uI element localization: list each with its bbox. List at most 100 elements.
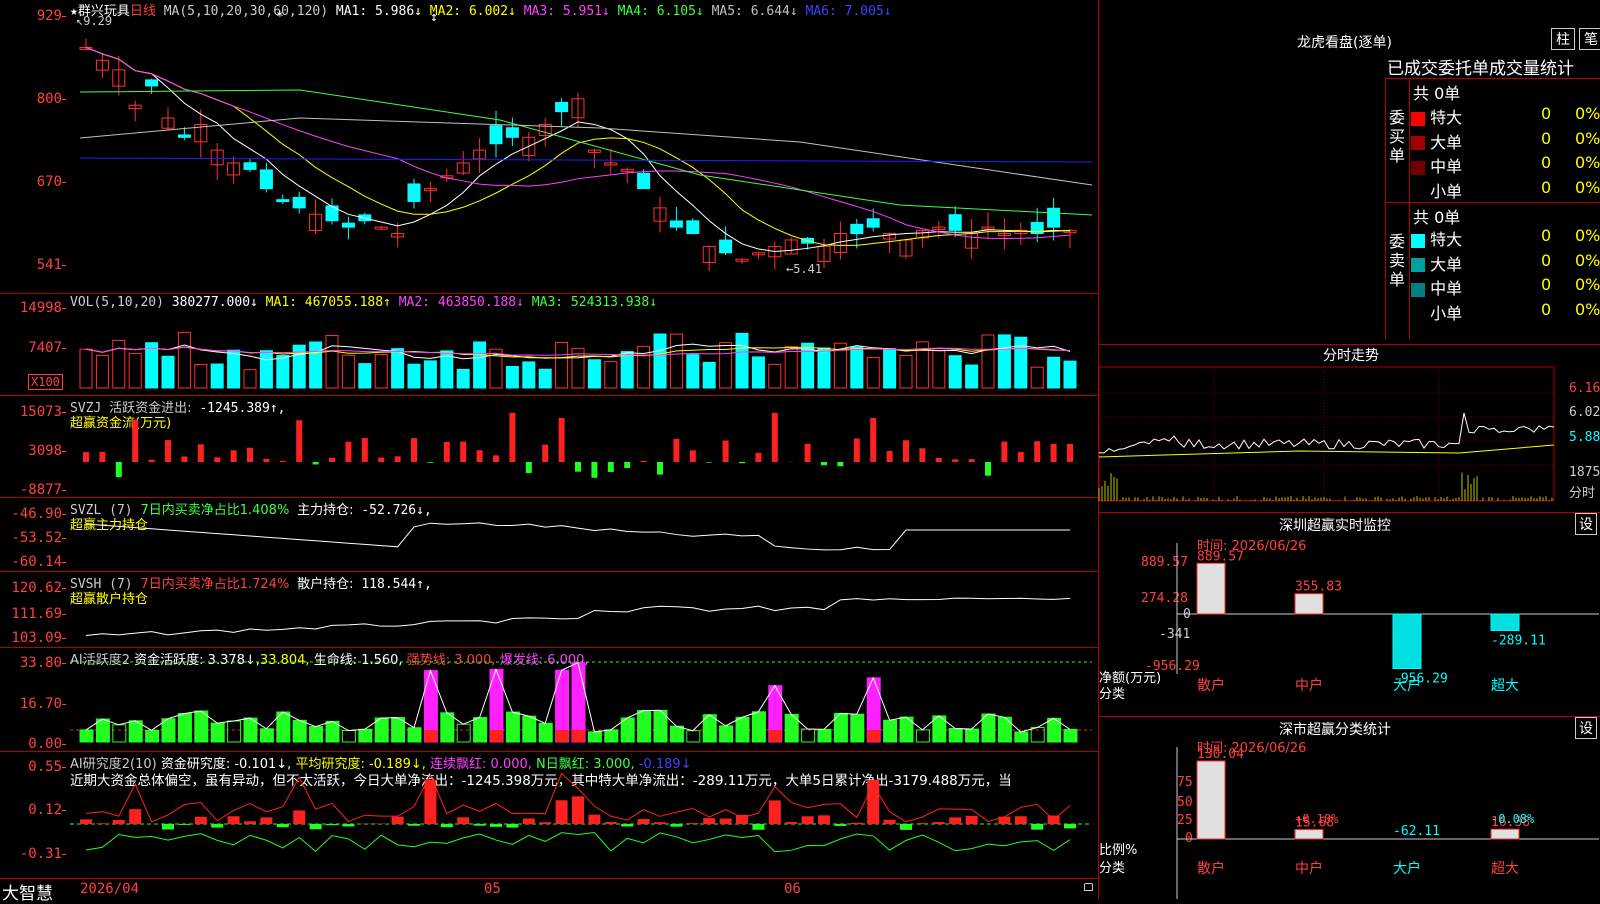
ai2-bar	[80, 819, 92, 824]
kline-candle	[506, 128, 518, 138]
svzj-pane[interactable]: 15073 3098 -8877 SVZJ 活跃资金进出: -1245.389↑…	[0, 396, 1098, 498]
ai-activity-chart[interactable]	[0, 648, 1098, 752]
row-name: 中单	[1430, 157, 1462, 176]
date-label-3: 06	[784, 881, 801, 897]
ss-bar-chart[interactable]: 130.04散户15.68中户-62.11大户16.38超大+0.10%-0.0…	[1099, 717, 1600, 901]
volume-bar	[457, 369, 469, 388]
svzj-bar	[345, 442, 351, 462]
svzj-bar	[542, 445, 548, 462]
svzj-bar	[329, 458, 335, 462]
sz-bar-chart[interactable]: 889.57散户355.83中户-956.29大户-289.11超大	[1099, 513, 1600, 717]
svzj-bar	[99, 452, 105, 462]
fs-frame	[1099, 367, 1554, 501]
category-label: 中户	[1295, 677, 1323, 694]
ai2-bar	[670, 824, 682, 827]
volume-bar	[949, 356, 961, 388]
row-count: 0	[1541, 226, 1551, 245]
svzj-bar	[362, 438, 368, 462]
volume-bar	[1048, 357, 1060, 388]
ai-bar	[851, 714, 864, 742]
svzj-bar	[559, 418, 565, 462]
ai2-bar	[228, 816, 240, 824]
volume-bar	[392, 349, 404, 388]
lhb-row: 大单00%	[1411, 251, 1600, 273]
ai2-bar	[424, 780, 436, 824]
svzj-bar	[739, 462, 745, 463]
row-count: 0	[1541, 251, 1551, 270]
ss-stats-panel[interactable]: 深市超赢分类统计 设 时间: 2026/06/26 75 50 25 0 比例%…	[1098, 716, 1600, 900]
svzl-chart[interactable]	[0, 498, 1098, 572]
category-label: 大户	[1393, 860, 1421, 877]
brand-label[interactable]: 大智慧	[2, 879, 53, 904]
column-mode-button[interactable]: 柱	[1551, 28, 1575, 50]
volume-pane[interactable]: 14998 7407 X100 VOL(5,10,20) 380277.000↓…	[0, 294, 1098, 396]
svzj-bar	[837, 462, 843, 466]
row-pct: 0%	[1575, 226, 1600, 245]
stroke-mode-button[interactable]: 笔	[1579, 28, 1600, 50]
ai-bar	[146, 730, 159, 742]
ai2-bar	[884, 820, 896, 824]
ai2-bar	[752, 824, 764, 830]
category-bar	[1295, 594, 1323, 614]
ai-research-chart[interactable]	[0, 752, 1098, 878]
buy-total: 共 0单	[1413, 80, 1460, 104]
svzj-bar	[985, 462, 991, 476]
svsh-chart[interactable]	[0, 572, 1098, 648]
volume-bar	[310, 342, 322, 388]
ai-bar	[342, 731, 355, 742]
lock-icon[interactable]	[1084, 883, 1093, 891]
bar-value-label: -289.11	[1491, 633, 1546, 648]
svzj-bar	[821, 462, 827, 465]
kline-candle	[490, 126, 502, 144]
svzj-bar	[444, 442, 450, 462]
sz-monitor-panel[interactable]: 深圳超赢实时监控 设 时间: 2026/06/26 889.57 274.28 …	[1098, 512, 1600, 716]
ai-bar	[293, 720, 306, 742]
ai2-bar	[490, 824, 502, 827]
date-label-2: 05	[484, 881, 501, 897]
volume-bar	[146, 343, 158, 388]
volume-bar	[326, 336, 338, 388]
svzj-bar	[624, 462, 630, 468]
kline-candle	[178, 135, 190, 137]
svsh-pane[interactable]: 120.62 111.69 103.09 SVSH (7) 7日内买卖净占比1.…	[0, 572, 1098, 648]
svzj-bar	[198, 444, 204, 462]
svzl-pane[interactable]: -46.90 -53.52 -60.14 SVZL (7) 7日内买卖净占比1.…	[0, 498, 1098, 572]
volume-bar	[884, 349, 896, 388]
volume-chart[interactable]	[0, 294, 1098, 396]
buy-side-label: 委买单	[1389, 108, 1405, 165]
volume-bar	[703, 362, 715, 388]
row-pct: 0%	[1575, 300, 1600, 319]
volume-bar	[474, 342, 486, 388]
svzj-bar	[870, 418, 876, 462]
kline-chart[interactable]	[0, 0, 1098, 294]
svzj-bar	[263, 459, 269, 462]
kline-candle	[670, 221, 682, 227]
kline-candle	[638, 173, 650, 188]
volume-bar	[277, 356, 289, 388]
ai-bar	[736, 717, 749, 742]
kline-candle	[408, 184, 420, 202]
ai-activity-pane[interactable]: 33.80 16.70 0.00 AI活跃度2 资金活跃度: 3.378↓,33…	[0, 648, 1098, 752]
row-count: 0	[1541, 275, 1551, 294]
ai-research-pane[interactable]: 0.55 0.12 -0.31 AI研究度2(10) 资金研究度: -0.101…	[0, 752, 1098, 878]
svzj-bar	[477, 450, 483, 462]
ai2-bar	[408, 824, 420, 826]
kline-candle	[293, 197, 305, 208]
volume-bar	[359, 364, 371, 388]
row-name: 大单	[1430, 255, 1462, 274]
price-pane[interactable]: 929 800 670 541 ★群兴玩具日线 MA(5,10,20,30,60…	[0, 0, 1098, 294]
intraday-chart[interactable]	[1099, 345, 1600, 513]
ai-bar	[687, 731, 700, 742]
ai2-bar	[867, 780, 879, 824]
svzj-bar	[247, 448, 253, 462]
intraday-panel[interactable]: 分时走势 6.16 6.02 5.88 18750 分时	[1098, 344, 1600, 512]
svzl-line	[86, 523, 1070, 550]
x-axis-bar: 大智慧 2026/04 05 06	[0, 878, 1098, 900]
row-count: 0	[1541, 178, 1551, 197]
row-name: 小单	[1430, 182, 1462, 201]
svzj-chart[interactable]	[0, 396, 1098, 498]
sell-side-label: 委卖单	[1389, 232, 1405, 289]
svzj-bar	[181, 457, 187, 462]
category-bar	[1197, 761, 1225, 839]
pct-label: -0.08%	[1491, 812, 1535, 826]
